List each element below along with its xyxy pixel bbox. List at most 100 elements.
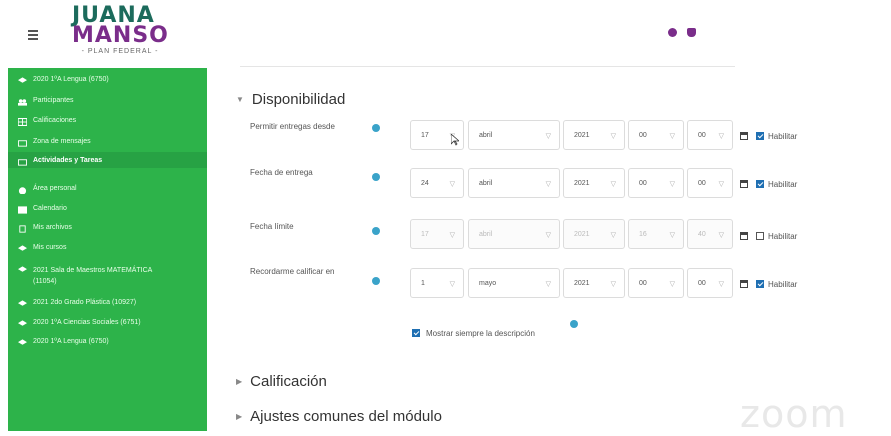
sidebar-item-course-language[interactable]: 2020 1ºA Lengua (6750) — [18, 338, 109, 347]
logo-text-line3: - PLAN FEDERAL - — [81, 48, 159, 55]
select-day[interactable]: 17 ▽ — [410, 219, 464, 249]
select-value: 2021 — [574, 131, 590, 139]
select-year[interactable]: 2021 ▽ — [563, 120, 625, 150]
chevron-down-icon: ▽ — [669, 281, 675, 288]
top-bar: JUANA MANSO - PLAN FEDERAL - — [0, 0, 891, 70]
help-icon[interactable] — [372, 227, 380, 235]
site-logo[interactable]: JUANA MANSO - PLAN FEDERAL - — [72, 5, 172, 64]
select-hour[interactable]: 00 ▽ — [628, 268, 684, 298]
mouse-cursor-icon — [451, 134, 459, 146]
calendar-icon[interactable] — [740, 132, 748, 140]
sidebar-item-files[interactable]: Mis archivos — [18, 224, 72, 233]
select-minute[interactable]: 40 ▽ — [687, 219, 733, 249]
expand-caret-icon: ▶ — [236, 377, 243, 386]
notifications-icon[interactable] — [687, 28, 696, 37]
enable-checkbox[interactable] — [756, 280, 764, 288]
select-minute[interactable]: 00 ▽ — [687, 268, 733, 298]
chevron-down-icon: ▽ — [545, 181, 551, 188]
sidebar-item-activities[interactable]: Actividades y Tareas — [18, 157, 102, 166]
sidebar-item-my-courses[interactable]: Mis cursos — [18, 244, 66, 253]
calendar-icon — [18, 206, 27, 214]
folder-icon — [18, 159, 27, 166]
sidebar-item-grades[interactable]: Calificaciones — [18, 117, 76, 126]
graduation-cap-icon — [18, 266, 27, 272]
calendar-icon[interactable] — [740, 232, 748, 240]
section-title: Ajustes comunes del módulo — [250, 408, 442, 425]
chevron-down-icon: ▽ — [610, 281, 616, 288]
select-year[interactable]: 2021 ▽ — [563, 168, 625, 198]
row-label-cutoff: Fecha límite — [250, 222, 294, 231]
chevron-down-icon: ▽ — [449, 181, 455, 188]
grid-icon — [18, 118, 27, 126]
chevron-down-icon: ▽ — [669, 232, 675, 239]
row-label-allow-from: Permitir entregas desde — [250, 122, 335, 131]
sidebar-item-course-math[interactable]: 2021 Sala de Maestros MATEMÁTICA (11054) — [18, 265, 168, 287]
select-value: 00 — [698, 131, 706, 139]
chevron-down-icon: ▽ — [610, 133, 616, 140]
select-month[interactable]: abril ▽ — [468, 219, 560, 249]
users-icon — [18, 99, 27, 106]
enable-checkbox[interactable] — [756, 180, 764, 188]
select-value: abril — [479, 179, 493, 187]
enable-checkbox[interactable] — [756, 132, 764, 140]
sidebar-item-messages[interactable]: Zona de mensajes — [18, 138, 91, 147]
sidebar-item-course-social[interactable]: 2020 1ºA Ciencias Sociales (6751) — [18, 319, 141, 328]
section-grading-header[interactable]: ▶ Calificación — [236, 373, 327, 390]
enable-checkbox[interactable] — [756, 232, 764, 240]
select-value: abril — [479, 230, 493, 238]
sidebar-item-label: Mis archivos — [33, 224, 72, 231]
help-icon[interactable] — [372, 173, 380, 181]
help-icon[interactable] — [372, 277, 380, 285]
help-icon[interactable] — [372, 124, 380, 132]
dashboard-icon — [18, 187, 27, 194]
select-year[interactable]: 2021 ▽ — [563, 219, 625, 249]
sidebar-item-label: Calendario — [33, 205, 67, 212]
select-value: 16 — [639, 230, 647, 238]
section-title: Disponibilidad — [251, 91, 346, 108]
sidebar-item-label: Participantes — [33, 97, 74, 104]
chevron-down-icon: ▽ — [610, 181, 616, 188]
sidebar-item-dashboard[interactable]: Área personal — [18, 185, 77, 194]
calendar-icon[interactable] — [740, 180, 748, 188]
sidebar-item-label: Área personal — [33, 185, 77, 192]
hamburger-menu-icon[interactable] — [28, 30, 38, 40]
graduation-cap-icon — [18, 245, 27, 251]
select-value: 24 — [421, 179, 429, 187]
top-divider — [240, 66, 735, 67]
sidebar-item-label: Calificaciones — [33, 117, 77, 124]
sidebar-item-course[interactable]: 2020 1ºA Lengua (6750) — [18, 76, 109, 85]
select-value: 00 — [639, 131, 647, 139]
enable-label: Habilitar — [768, 232, 798, 241]
select-value: 17 — [421, 230, 429, 238]
select-day[interactable]: 1 ▽ — [410, 268, 464, 298]
chevron-down-icon: ▽ — [718, 232, 724, 239]
select-month[interactable]: abril ▽ — [468, 120, 560, 150]
select-minute[interactable]: 00 ▽ — [687, 120, 733, 150]
sidebar-item-label: 2020 1ºA Ciencias Sociales (6751) — [33, 319, 141, 326]
help-icon[interactable] — [570, 320, 578, 328]
sidebar-item-course-art[interactable]: 2021 2do Grado Plástica (10927) — [18, 299, 136, 308]
calendar-icon[interactable] — [740, 280, 748, 288]
logo-text-line2: MANSO — [72, 23, 169, 48]
select-day[interactable]: 24 ▽ — [410, 168, 464, 198]
section-availability-header[interactable]: ▼ Disponibilidad — [236, 91, 345, 108]
top-icons — [668, 28, 696, 37]
sidebar-item-calendar[interactable]: Calendario — [18, 205, 67, 214]
select-value: 2021 — [574, 230, 590, 238]
select-hour[interactable]: 16 ▽ — [628, 219, 684, 249]
chevron-down-icon: ▽ — [545, 281, 551, 288]
sidebar-item-participants[interactable]: Participantes — [18, 97, 73, 106]
select-month[interactable]: abril ▽ — [468, 168, 560, 198]
messages-icon[interactable] — [668, 28, 677, 37]
graduation-cap-icon — [18, 320, 27, 326]
select-hour[interactable]: 00 ▽ — [628, 168, 684, 198]
show-description-checkbox[interactable] — [412, 329, 420, 337]
graduation-cap-icon — [18, 300, 27, 306]
select-year[interactable]: 2021 ▽ — [563, 268, 625, 298]
select-minute[interactable]: 00 ▽ — [687, 168, 733, 198]
select-month[interactable]: mayo ▽ — [468, 268, 560, 298]
zoom-watermark: zoom — [740, 392, 848, 436]
section-common-header[interactable]: ▶ Ajustes comunes del módulo — [236, 408, 442, 425]
select-hour[interactable]: 00 ▽ — [628, 120, 684, 150]
select-value: 2021 — [574, 279, 590, 287]
